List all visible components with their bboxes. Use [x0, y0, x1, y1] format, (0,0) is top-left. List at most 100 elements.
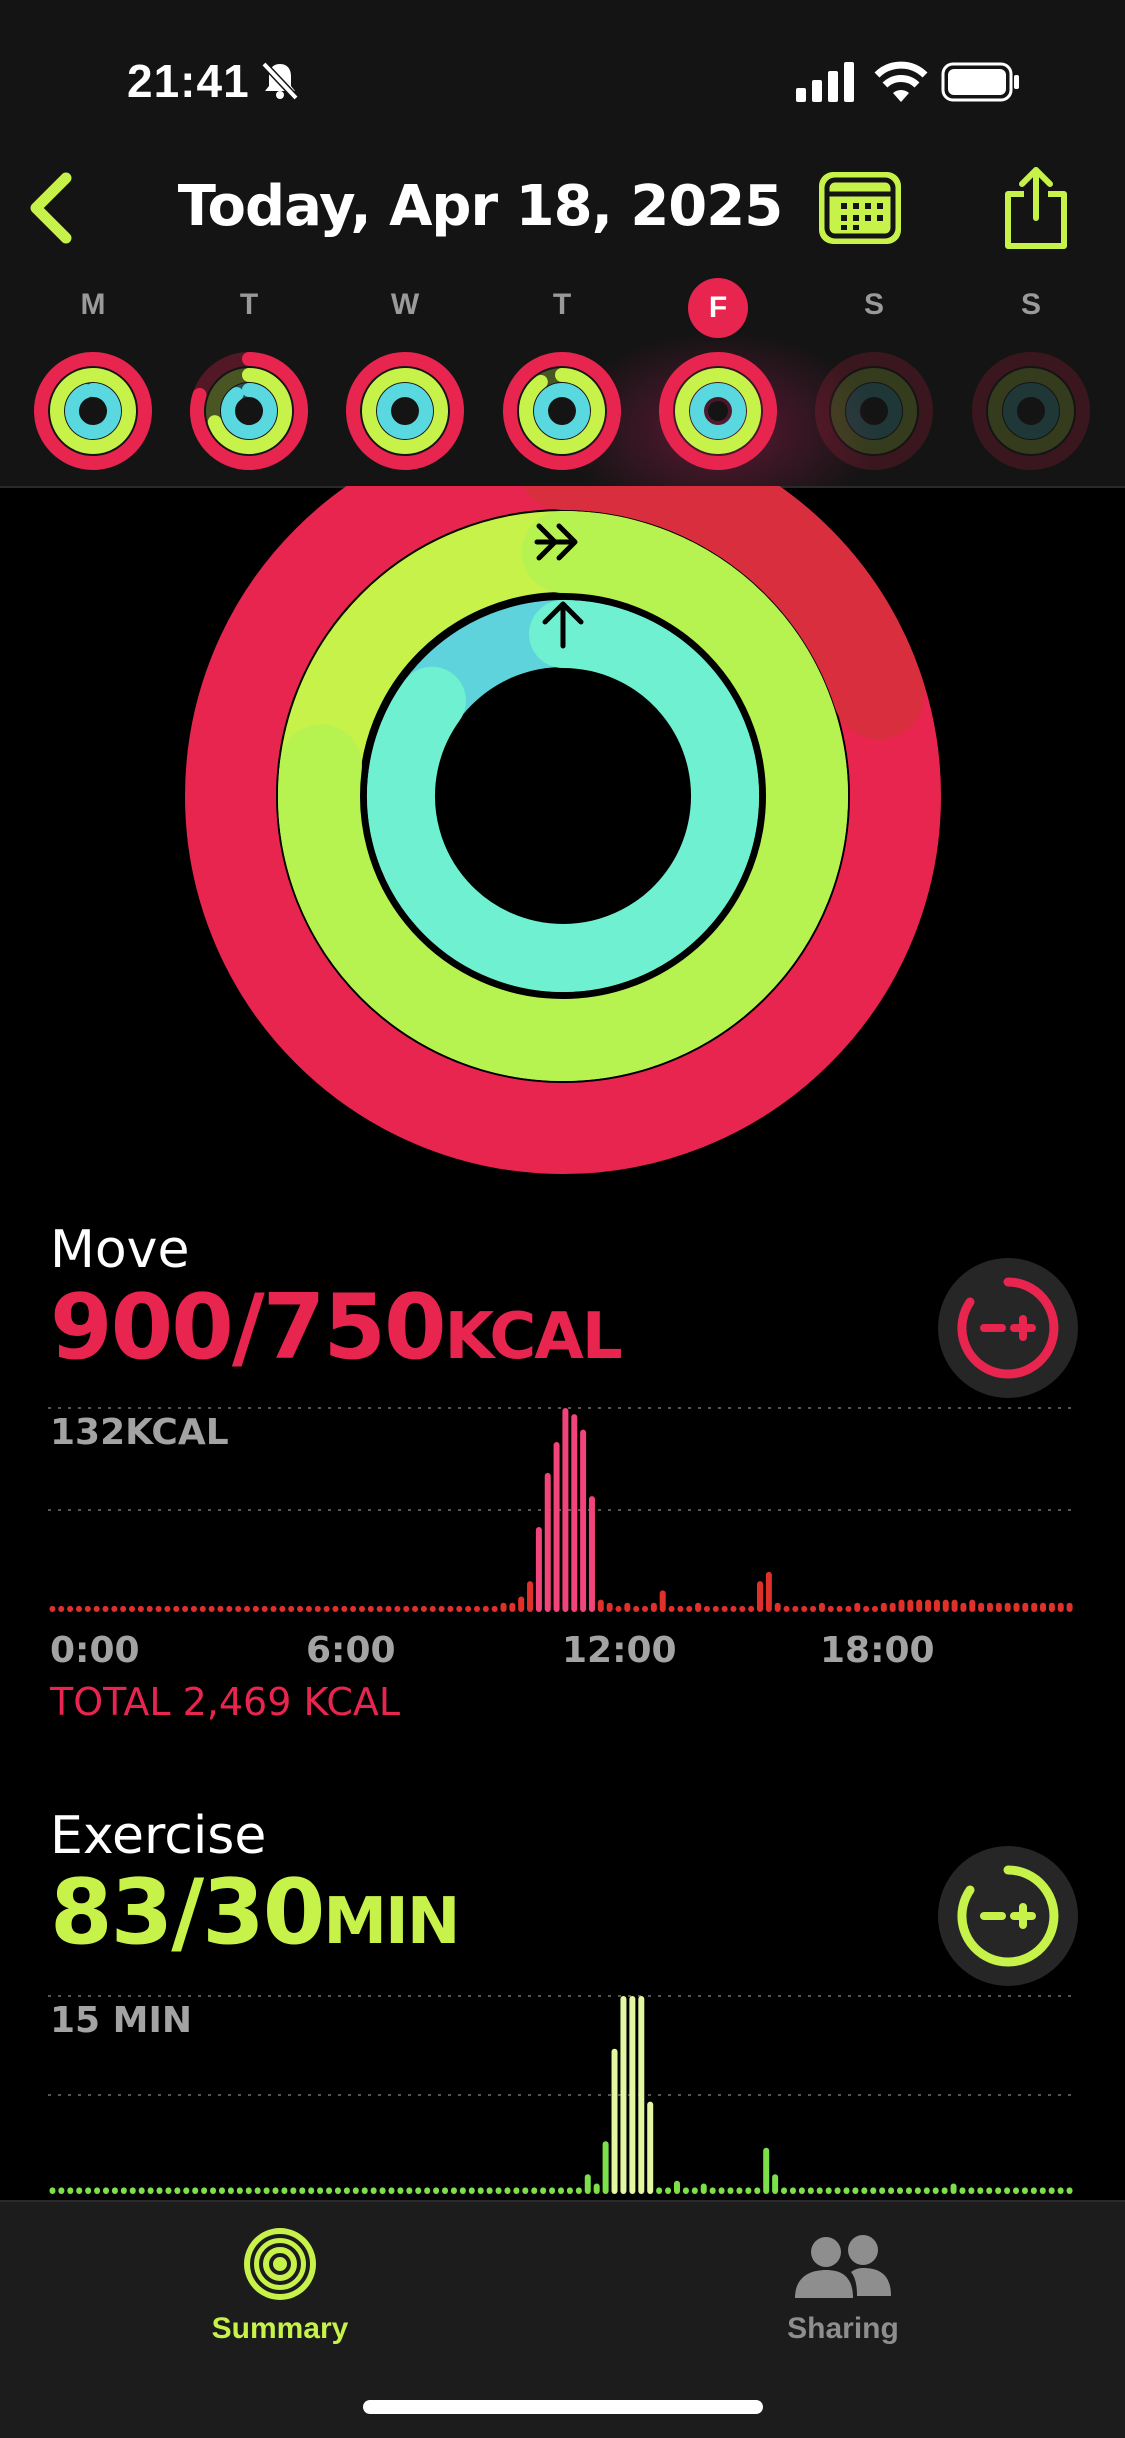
- bar: [986, 2187, 993, 2194]
- home-indicator: [363, 2400, 763, 2414]
- adjust-goal-icon: [957, 1277, 1059, 1379]
- day-label-1[interactable]: T: [219, 288, 279, 328]
- bar: [818, 1602, 825, 1612]
- bar: [845, 1605, 852, 1612]
- bar: [58, 2187, 65, 2194]
- bar: [571, 1414, 578, 1612]
- exercise-adjust-button[interactable]: [938, 1846, 1078, 1986]
- move-adjust-button[interactable]: [938, 1258, 1078, 1398]
- bar: [647, 2101, 654, 2194]
- bar: [1004, 1602, 1011, 1612]
- back-chevron-icon[interactable]: [24, 170, 76, 246]
- bar: [244, 1605, 251, 1612]
- bar: [429, 1605, 436, 1612]
- calendar-button[interactable]: [819, 172, 901, 244]
- bar: [765, 1571, 772, 1612]
- bar: [562, 1408, 569, 1612]
- bar: [486, 2187, 493, 2194]
- bar: [807, 2187, 814, 2194]
- bar: [1030, 2187, 1037, 2194]
- bar: [67, 1605, 74, 1612]
- bar: [420, 1605, 427, 1612]
- bar: [527, 1581, 534, 1612]
- day-label-6[interactable]: S: [1001, 288, 1061, 328]
- tab-sharing[interactable]: Sharing: [733, 2212, 953, 2362]
- bar: [468, 2187, 475, 2194]
- bar: [703, 1605, 710, 1612]
- bar: [1066, 2187, 1073, 2194]
- bar: [288, 1605, 295, 1612]
- bar: [165, 2187, 172, 2194]
- bar: [129, 2187, 136, 2194]
- bar: [308, 2187, 315, 2194]
- bar: [500, 1602, 507, 1612]
- bar: [861, 2187, 868, 2194]
- bar: [836, 1605, 843, 1612]
- bar: [854, 1602, 861, 1612]
- bar: [183, 2187, 190, 2194]
- bar: [442, 2187, 449, 2194]
- bar: [305, 1605, 312, 1612]
- exercise-chart: [48, 1995, 1074, 2194]
- bar: [932, 2187, 939, 2194]
- bar: [825, 2187, 832, 2194]
- bar: [350, 1605, 357, 1612]
- bar: [615, 1605, 622, 1612]
- bar: [182, 1605, 189, 1612]
- bar: [1057, 1602, 1064, 1612]
- bar: [730, 1605, 737, 1612]
- bar: [1040, 1602, 1047, 1612]
- bar: [798, 2187, 805, 2194]
- day-rings-5[interactable]: [811, 348, 937, 474]
- bar: [376, 1605, 383, 1612]
- bar: [85, 2187, 92, 2194]
- bar: [190, 1605, 197, 1612]
- bar: [558, 2187, 564, 2194]
- day-label-4[interactable]: F: [688, 278, 748, 338]
- day-label-0[interactable]: M: [63, 288, 123, 328]
- bar: [491, 1605, 498, 1612]
- move-unit: KCAL: [444, 1300, 623, 1374]
- bar: [1013, 2187, 1020, 2194]
- bar: [102, 1605, 109, 1612]
- bar: [593, 2183, 600, 2194]
- day-rings-0[interactable]: [30, 348, 156, 474]
- status-bar: 21:41: [0, 0, 1125, 160]
- bar: [146, 1605, 153, 1612]
- bar: [343, 2187, 350, 2194]
- bar: [810, 1605, 817, 1612]
- bar: [602, 2141, 609, 2194]
- share-icon[interactable]: [1000, 164, 1072, 252]
- day-rings-1[interactable]: [186, 348, 312, 474]
- bar: [111, 2187, 118, 2194]
- bar: [1039, 2187, 1046, 2194]
- bar: [774, 1602, 781, 1612]
- bar: [951, 1599, 958, 1612]
- bar: [513, 2187, 520, 2194]
- bar: [415, 2187, 422, 2194]
- bar: [959, 2187, 966, 2194]
- tab-sharing-label: Sharing: [787, 2312, 899, 2345]
- day-rings-6[interactable]: [968, 348, 1094, 474]
- day-label-3[interactable]: T: [532, 288, 592, 328]
- bar: [897, 2187, 904, 2194]
- bar: [164, 1605, 171, 1612]
- day-rings-2[interactable]: [342, 348, 468, 474]
- day-rings-3[interactable]: [499, 348, 625, 474]
- bar: [482, 1605, 489, 1612]
- day-rings-4[interactable]: [655, 348, 781, 474]
- bar: [620, 1996, 627, 2194]
- tab-summary[interactable]: Summary: [170, 2212, 390, 2362]
- day-label-2[interactable]: W: [375, 288, 435, 328]
- bar: [588, 1496, 595, 1612]
- bar: [629, 1996, 636, 2194]
- bar: [147, 2187, 154, 2194]
- cellular-signal-icon: [796, 62, 854, 102]
- bar: [816, 2187, 823, 2194]
- bar: [712, 1605, 719, 1612]
- bar: [358, 1605, 365, 1612]
- day-label-5[interactable]: S: [844, 288, 904, 328]
- page-title: Today, Apr 18, 2025: [177, 174, 783, 239]
- bar: [650, 1602, 657, 1612]
- bar: [227, 2187, 234, 2194]
